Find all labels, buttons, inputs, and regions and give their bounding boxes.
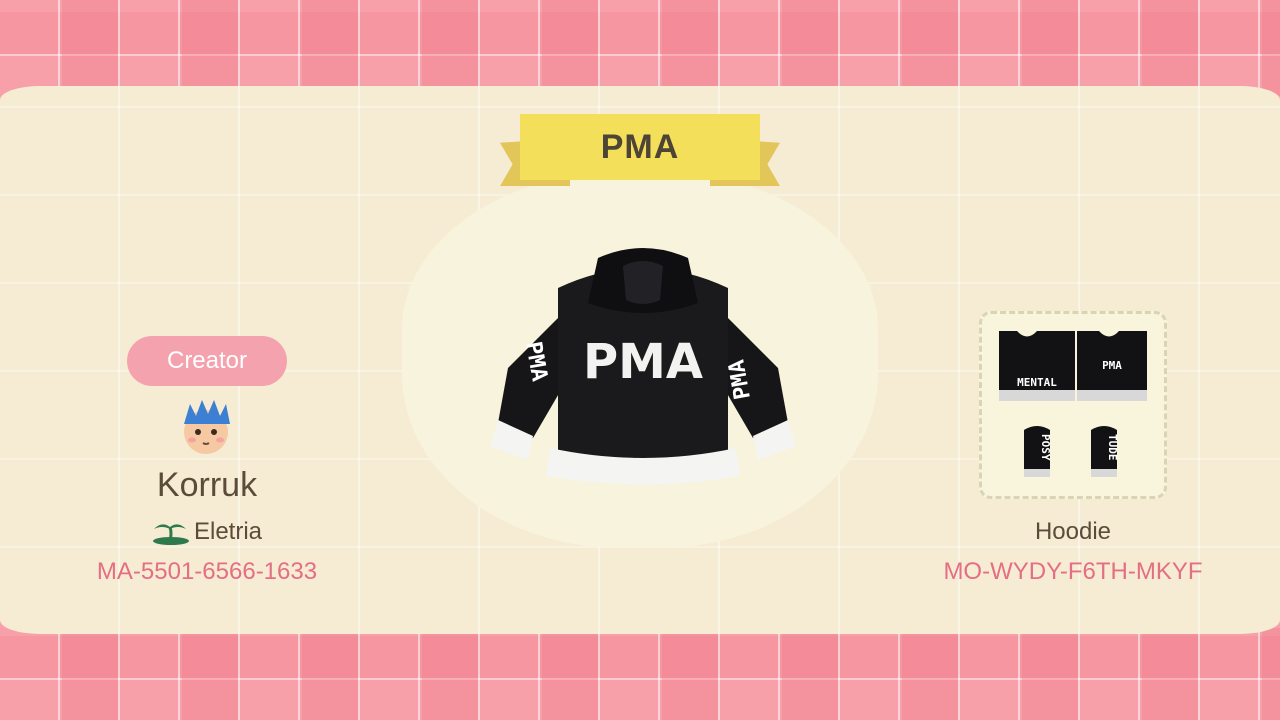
creator-id: MA-5501-6566-1633 [96,558,318,585]
bottom-decor-band [0,628,1280,720]
island-row: Eletria [100,518,314,546]
pattern-left-sleeve-label: POSY [1039,434,1052,461]
title-ribbon: PMA [520,114,760,180]
villager-avatar-icon [176,398,236,462]
island-name: Eletria [193,518,263,545]
hoodie-front-print: PMA [583,334,703,390]
pattern-sheet: MENTAL PMA POSY TUDE [979,311,1167,499]
top-decor-band [0,0,1280,96]
hoodie-preview: PMA PMA PMA [488,248,798,502]
design-title: PMA [600,127,680,166]
palm-tree-icon [152,524,189,545]
pattern-front-label: MENTAL [1017,376,1057,389]
creator-name: Korruk [156,466,258,504]
pattern-right-sleeve-label: TUDE [1106,434,1119,461]
design-code: MO-WYDY-F6TH-MKYF [943,558,1203,585]
pattern-back-label: PMA [1102,359,1122,372]
item-type: Hoodie [1034,518,1112,545]
creator-badge: Creator [127,336,287,386]
